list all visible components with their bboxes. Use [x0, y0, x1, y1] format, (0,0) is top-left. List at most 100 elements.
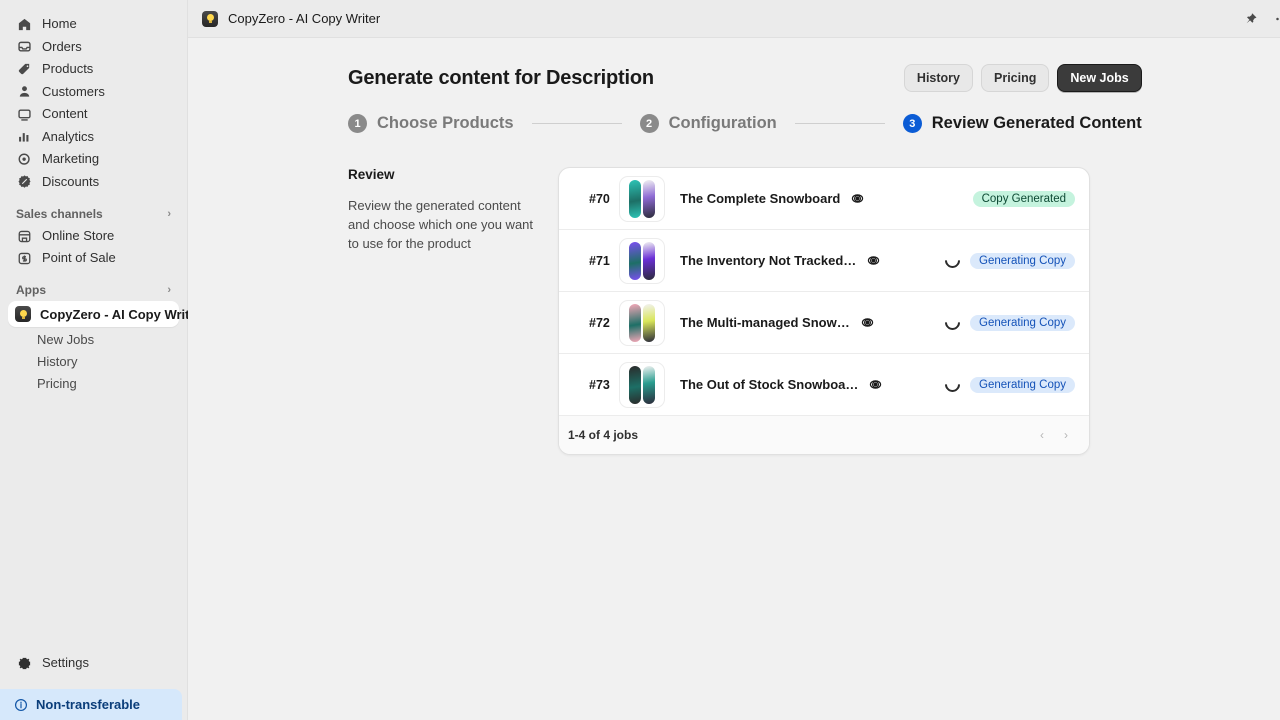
sidebar-item-label: Marketing — [42, 151, 100, 167]
non-transferable-banner[interactable]: Non-transferable — [0, 689, 182, 720]
stepper-step-3[interactable]: 3 Review Generated Content — [902, 114, 1142, 133]
sidebar-subitem-history[interactable]: History — [0, 351, 187, 373]
sidebar-subitem-new-jobs[interactable]: New Jobs — [0, 329, 187, 351]
review-heading: Review — [348, 167, 395, 182]
sidebar-item-label: Point of Sale — [42, 250, 116, 265]
jobs-list: #70 The Complete Snowboard Copy Generated #… — [559, 168, 1089, 416]
status-badge: Generating Copy — [970, 376, 1075, 393]
sidebar-section-sales-channels[interactable]: Sales channels › — [16, 207, 171, 221]
job-id: #70 — [589, 191, 610, 206]
new-jobs-button[interactable]: New Jobs — [1057, 64, 1142, 92]
chevron-right-icon: › — [167, 208, 171, 220]
sidebar-app-subitems: New Jobs History Pricing — [0, 329, 187, 395]
sidebar-item-label: Discounts — [42, 173, 100, 189]
sidebar-section-apps[interactable]: Apps › — [16, 283, 171, 297]
pagination-next-button[interactable]: › — [1055, 424, 1077, 446]
status-badge: Copy Generated — [972, 190, 1075, 207]
app-topbar: CopyZero - AI Copy Writer — [188, 0, 1280, 38]
settings-label: Settings — [42, 654, 89, 670]
preview-eye-icon[interactable] — [868, 377, 883, 392]
sidebar-item-label: Online Store — [42, 228, 115, 243]
status-badge: Generating Copy — [970, 314, 1075, 331]
job-id: #71 — [589, 253, 610, 268]
job-status: Generating Copy — [941, 249, 1075, 272]
main-area: CopyZero - AI Copy Writer Generate conte… — [188, 0, 1280, 720]
sidebar-item-label: Customers — [42, 83, 105, 99]
sidebar-item-analytics[interactable]: Analytics — [8, 126, 179, 149]
page-title: Generate content for Description — [348, 66, 654, 89]
sidebar-item-home[interactable]: Home — [8, 13, 179, 36]
stepper-step-1[interactable]: 1 Choose Products — [348, 114, 514, 133]
sidebar-item-label: Home — [42, 16, 77, 32]
more-horizontal-icon[interactable] — [1266, 7, 1280, 31]
job-title: The Out of Stock Snowboa… — [680, 377, 859, 392]
sidebar-item-customers[interactable]: Customers — [8, 81, 179, 104]
topbar-app-title: CopyZero - AI Copy Writer — [228, 11, 381, 26]
table-row[interactable]: #70 The Complete Snowboard Copy Generated — [559, 168, 1089, 230]
preview-eye-icon[interactable] — [866, 253, 881, 268]
loading-spinner-icon — [941, 249, 964, 272]
job-id: #72 — [589, 315, 610, 330]
sidebar-item-settings[interactable]: Settings — [8, 650, 179, 674]
pin-icon[interactable] — [1236, 8, 1266, 30]
sidebar-item-label: Content — [42, 106, 88, 122]
history-button[interactable]: History — [903, 64, 973, 92]
chevron-right-icon: › — [167, 284, 171, 296]
stepper-connector — [794, 123, 885, 124]
pagination-summary: 1-4 of 4 jobs — [568, 428, 639, 442]
stepper-label: Review Generated Content — [931, 114, 1142, 132]
job-id: #73 — [589, 377, 610, 392]
table-row[interactable]: #73 The Out of Stock Snowboa… Generating C… — [559, 354, 1089, 416]
app-root: Home Orders Products Customers Content Analyt… — [0, 0, 1280, 720]
review-info-column: Review Review the generated content and … — [348, 167, 558, 253]
product-thumbnail — [619, 299, 665, 346]
jobs-pagination: 1-4 of 4 jobs ‹ › — [559, 416, 1089, 454]
section-label-sales-channels: Sales channels — [16, 207, 103, 221]
stepper-label: Choose Products — [377, 114, 514, 132]
sidebar-channel-list: Online Store Point of Sale — [0, 225, 187, 269]
sidebar-item-products[interactable]: Products — [8, 58, 179, 81]
content-icon — [16, 106, 32, 122]
copyzero-app-icon — [15, 306, 31, 322]
sidebar-item-point-of-sale[interactable]: Point of Sale — [8, 247, 179, 269]
wizard-stepper: 1 Choose Products 2 Configuration 3 Review Ge… — [348, 114, 1142, 133]
sidebar-subitem-pricing[interactable]: Pricing — [0, 373, 187, 395]
status-badge: Generating Copy — [970, 252, 1075, 269]
sidebar-nav-list: Home Orders Products Customers Content Analyt… — [0, 13, 187, 193]
product-thumbnail — [619, 361, 665, 408]
products-icon — [16, 61, 32, 77]
pricing-button[interactable]: Pricing — [981, 64, 1050, 92]
table-row[interactable]: #71 The Inventory Not Tracked… Generating … — [559, 230, 1089, 292]
home-icon — [16, 16, 32, 32]
store-icon — [16, 228, 32, 244]
marketing-icon — [16, 151, 32, 167]
pagination-controls: ‹ › — [1031, 424, 1077, 446]
job-title: The Multi-managed Snow… — [680, 315, 850, 330]
sidebar-item-discounts[interactable]: Discounts — [8, 171, 179, 194]
pagination-prev-button[interactable]: ‹ — [1031, 424, 1053, 446]
jobs-card: #70 The Complete Snowboard Copy Generated #… — [558, 167, 1090, 455]
stepper-step-2[interactable]: 2 Configuration — [639, 114, 777, 133]
sidebar-app-label: CopyZero - AI Copy Writer — [40, 306, 202, 322]
page-action-buttons: History Pricing New Jobs — [903, 64, 1142, 92]
sidebar-item-marketing[interactable]: Marketing — [8, 148, 179, 171]
customers-icon — [16, 84, 32, 100]
copyzero-app-icon — [202, 10, 218, 27]
preview-eye-icon[interactable] — [860, 315, 875, 330]
job-title: The Complete Snowboard — [680, 191, 841, 206]
section-label-apps: Apps — [16, 283, 46, 297]
sidebar-item-online-store[interactable]: Online Store — [8, 225, 179, 247]
sidebar-item-content[interactable]: Content — [8, 103, 179, 126]
banner-label: Non-transferable — [36, 697, 141, 712]
sidebar-item-copyzero-app[interactable]: CopyZero - AI Copy Writer — [8, 301, 202, 327]
table-row[interactable]: #72 The Multi-managed Snow… Generating Cop… — [559, 292, 1089, 354]
sidebar-item-orders[interactable]: Orders — [8, 36, 179, 59]
stepper-number: 1 — [348, 114, 367, 133]
gear-icon — [16, 654, 32, 670]
loading-spinner-icon — [941, 373, 964, 396]
stepper-number: 3 — [902, 114, 922, 133]
page-content: Generate content for Description History… — [188, 38, 1280, 720]
preview-eye-icon[interactable] — [850, 191, 865, 206]
analytics-icon — [16, 129, 32, 145]
page-header: Generate content for Description History… — [348, 64, 1142, 92]
